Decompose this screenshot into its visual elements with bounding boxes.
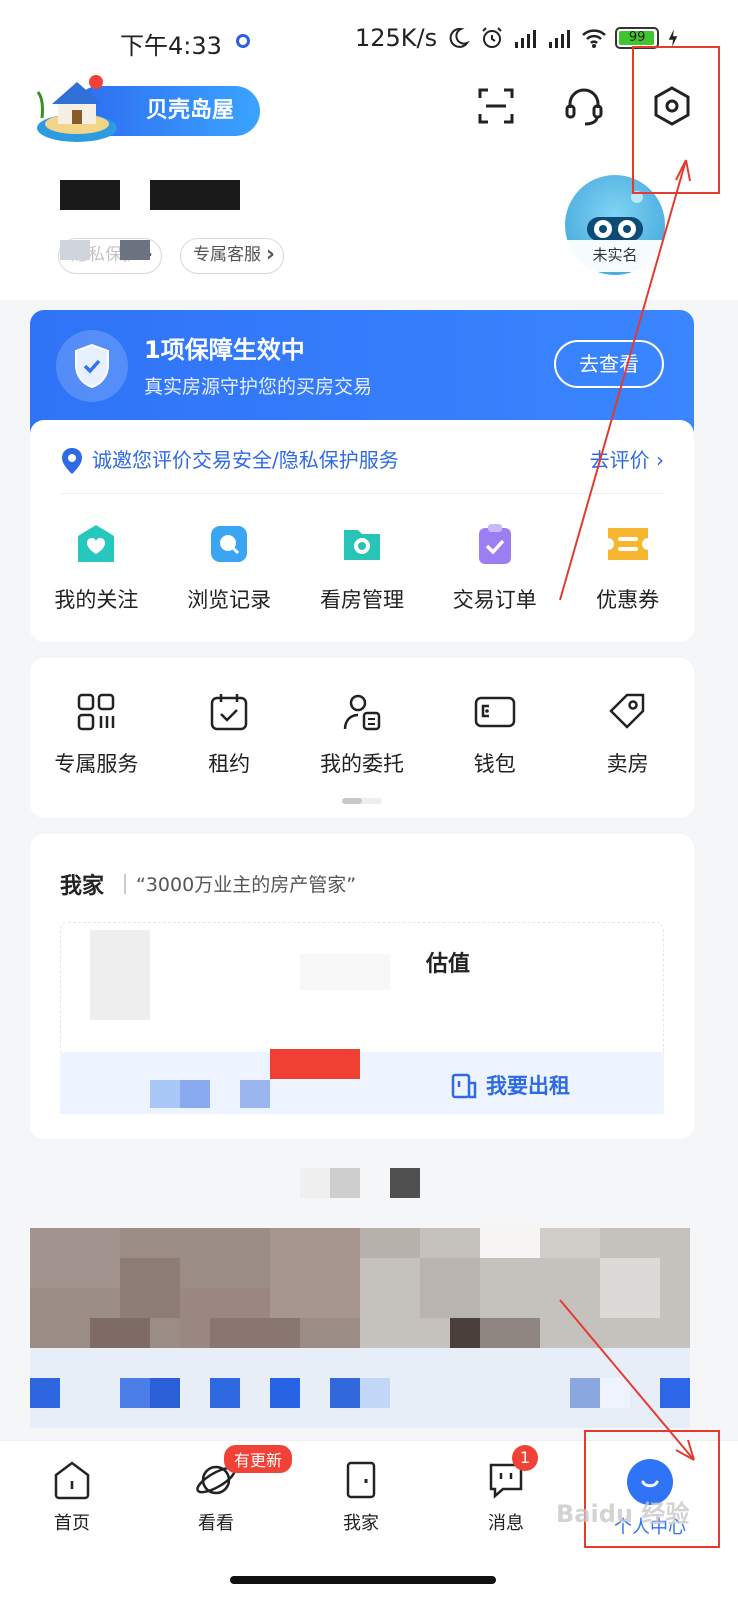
redacted-blue-3 [240, 1080, 270, 1108]
tab-messages[interactable]: 消息 1 [456, 1445, 556, 1535]
tag-icon [604, 688, 652, 736]
grid-item-wallet[interactable]: 钱包 [428, 688, 561, 778]
moon-icon [449, 27, 470, 48]
wifi-icon [582, 29, 606, 48]
profile-header: 贝壳岛屋 隐私保护 专属客服 [0, 75, 738, 300]
grid-item-orders[interactable]: 交易订单 [428, 520, 561, 614]
evaluation-text: 诚邀您评价交易安全/隐私保护服务 [92, 448, 399, 472]
view-protection-button[interactable]: 去查看 [554, 340, 664, 388]
secondary-services-card: 专属服务 租约 我的委托 钱包 卖房 [30, 658, 694, 818]
tab-discover[interactable]: 看看 有更新 [166, 1445, 293, 1535]
alarm-icon [482, 27, 502, 48]
page-indicator [342, 798, 382, 804]
home-icon [54, 1461, 90, 1500]
status-net-speed: 125K/s [355, 24, 438, 52]
scan-button[interactable] [470, 80, 522, 132]
folder-icon [338, 520, 386, 568]
redacted-blue-2 [180, 1080, 210, 1108]
username-redacted-2 [150, 180, 240, 210]
customer-service-button[interactable] [558, 80, 610, 132]
ticket-icon [604, 520, 652, 568]
tab-home[interactable]: 首页 [22, 1459, 122, 1535]
title-divider [124, 874, 126, 894]
person-doc-icon [338, 688, 386, 736]
building-icon [451, 1073, 477, 1099]
redacted-red [270, 1049, 360, 1079]
app-logo[interactable]: 贝壳岛屋 [34, 75, 260, 144]
clipboard-check-icon [471, 520, 519, 568]
secondary-grid: 专属服务 租约 我的委托 钱包 卖房 [30, 688, 694, 778]
tab-my-home[interactable]: 我家 [311, 1459, 411, 1535]
island-house-icon [36, 75, 117, 142]
apps-icon [72, 688, 120, 736]
door-icon [346, 1461, 376, 1499]
my-home-slogan: “3000万业主的房产管家” [136, 874, 357, 896]
redacted-block-2 [300, 954, 390, 990]
grid-item-lease[interactable]: 租约 [163, 688, 296, 778]
wallet-icon [471, 688, 519, 736]
home-indicator [230, 1576, 496, 1584]
redacted-block [90, 930, 150, 1020]
evaluate-link[interactable]: 去评价 › [590, 444, 664, 473]
recommend-title-redacted [300, 1168, 430, 1204]
evaluation-row[interactable]: 诚邀您评价交易安全/隐私保护服务 去评价 › [60, 442, 664, 494]
grid-item-favorites[interactable]: 我的关注 [30, 520, 163, 614]
grid-item-sell-house[interactable]: 卖房 [561, 688, 694, 778]
rent-out-button[interactable]: 我要出租 [450, 1070, 570, 1100]
update-badge: 有更新 [224, 1445, 293, 1473]
chat-bubble-icon [205, 520, 253, 568]
my-home-title: 我家 [60, 874, 105, 899]
heart-house-icon [72, 520, 120, 568]
grid-item-viewings[interactable]: 看房管理 [296, 520, 429, 614]
grid-item-coupons[interactable]: 优惠券 [561, 520, 694, 614]
message-count-badge: 1 [512, 1445, 538, 1471]
calendar-check-icon [205, 688, 253, 736]
location-shield-icon [62, 448, 82, 474]
status-time: 下午4:33 [120, 32, 222, 60]
headset-icon [565, 88, 603, 126]
annotation-box-settings [632, 46, 720, 194]
grid-item-commission[interactable]: 我的委托 [296, 688, 429, 778]
grid-item-history[interactable]: 浏览记录 [163, 520, 296, 614]
verification-status[interactable]: 未实名 [565, 240, 665, 272]
primary-grid: 我的关注 浏览记录 看房管理 交易订单 优惠券 [30, 520, 694, 614]
exclusive-service-chip[interactable]: 专属客服 [180, 238, 284, 274]
valuation-label: 估值 [426, 952, 471, 977]
chip-mask-2 [120, 240, 150, 260]
username-redacted [60, 180, 120, 210]
status-app-dot-icon [236, 34, 250, 48]
watermark: Baidu 经验 [556, 1500, 690, 1528]
signal-hd-2-icon [549, 30, 571, 48]
status-bar: 下午4:33 125K/s 99 [0, 0, 738, 80]
shield-icon [56, 330, 128, 402]
chip-mask [60, 240, 90, 260]
pixelated-strip [30, 1378, 690, 1408]
signal-hd-icon [515, 30, 537, 48]
home-valuation-panel[interactable] [60, 922, 664, 1062]
protection-subtitle: 真实房源守护您的买房交易 [144, 376, 373, 398]
protection-title: 1项保障生效中 [144, 336, 305, 364]
my-home-card: 我家 “3000万业主的房产管家” 估值 我要出租 [30, 834, 694, 1139]
annotation-box-profile-tab [584, 1430, 720, 1548]
scan-icon [478, 88, 514, 124]
grid-item-exclusive-service[interactable]: 专属服务 [30, 688, 163, 778]
redacted-blue-1 [150, 1080, 180, 1108]
status-right: 125K/s 99 [355, 24, 679, 52]
primary-services-card: 诚邀您评价交易安全/隐私保护服务 去评价 › 我的关注 浏览记录 看房管理 交易… [30, 420, 694, 642]
